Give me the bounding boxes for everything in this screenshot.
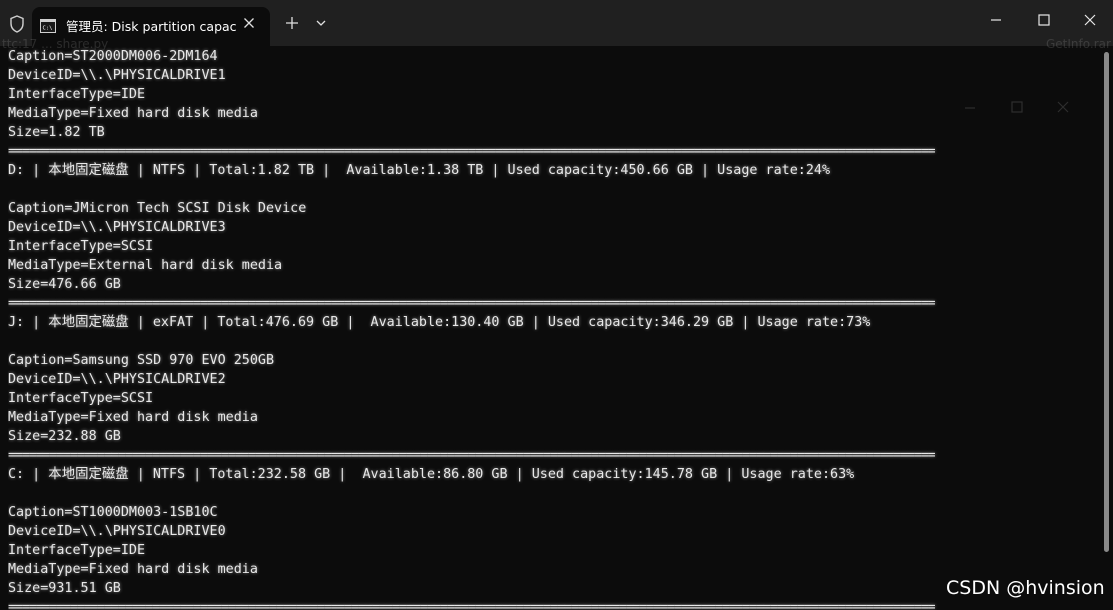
console-line: DeviceID=\\.\PHYSICALDRIVE1 [8, 68, 226, 83]
title-bar: C:\ 管理员: Disk partition capacit [0, 0, 1113, 46]
console-line: Caption=ST1000DM003-1SB10C [8, 505, 218, 520]
console-line: Size=1.82 TB [8, 125, 105, 140]
console-line: Caption=ST2000DM006-2DM164 [8, 49, 218, 64]
separator-line: ========================================… [8, 144, 936, 159]
console-line: Size=232.88 GB [8, 429, 121, 444]
console-line: MediaType=Fixed hard disk media [8, 410, 258, 425]
console-line: DeviceID=\\.\PHYSICALDRIVE0 [8, 524, 226, 539]
close-icon[interactable] [1080, 10, 1100, 30]
svg-text:C:\: C:\ [43, 26, 53, 32]
console-line: Size=931.51 GB [8, 581, 121, 596]
minimize-icon[interactable] [986, 10, 1006, 30]
console-line: C: | 本地固定磁盘 | NTFS | Total:232.58 GB | A… [8, 467, 855, 482]
console-line: J: | 本地固定磁盘 | exFAT | Total:476.69 GB | … [8, 315, 871, 330]
console-line: DeviceID=\\.\PHYSICALDRIVE3 [8, 220, 226, 235]
shield-icon [10, 15, 24, 33]
console-line: Caption=JMicron Tech SCSI Disk Device [8, 201, 307, 216]
separator-line: ========================================… [8, 296, 936, 311]
close-icon[interactable] [241, 15, 257, 31]
console-line: Caption=Samsung SSD 970 EVO 250GB [8, 353, 275, 368]
console-line: MediaType=External hard disk media [8, 258, 283, 273]
console-line: InterfaceType=SCSI [8, 239, 154, 254]
console-line: MediaType=Fixed hard disk media [8, 562, 258, 577]
separator-line: ========================================… [8, 600, 936, 610]
console-output[interactable]: Caption=ST2000DM006-2DM164 DeviceID=\\.\P… [8, 47, 1098, 610]
chevron-down-icon[interactable] [313, 16, 329, 30]
separator-line: ========================================… [8, 448, 936, 463]
console-line: InterfaceType=IDE [8, 87, 146, 102]
maximize-icon[interactable] [1034, 10, 1054, 30]
console-line: Size=476.66 GB [8, 277, 121, 292]
console-line: DeviceID=\\.\PHYSICALDRIVE2 [8, 372, 226, 387]
console-line: InterfaceType=IDE [8, 543, 146, 558]
watermark: CSDN @hvinsion [946, 577, 1105, 599]
console-line: InterfaceType=SCSI [8, 391, 154, 406]
console-line: MediaType=Fixed hard disk media [8, 106, 258, 121]
console-line: D: | 本地固定磁盘 | NTFS | Total:1.82 TB | Ava… [8, 163, 831, 178]
scrollbar-thumb[interactable] [1104, 52, 1109, 552]
tab-title: 管理员: Disk partition capacit [66, 19, 236, 34]
plus-icon[interactable] [283, 14, 301, 32]
terminal-icon: C:\ [40, 19, 56, 33]
